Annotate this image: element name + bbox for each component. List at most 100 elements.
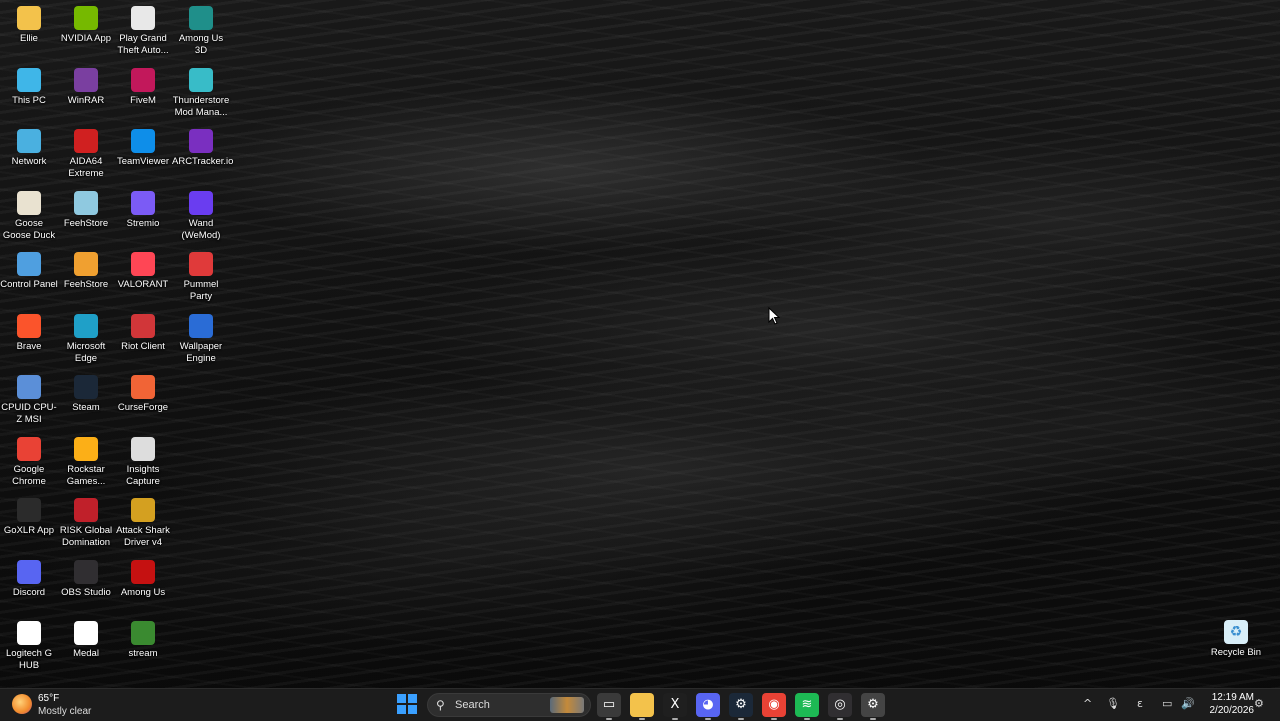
desktop-shortcut-label: stream [128,648,158,659]
show-hidden-icons-chevron-icon[interactable]: ^ [1083,697,1092,710]
desktop-shortcut[interactable]: CurseForge [114,369,172,414]
desktop-shortcut[interactable]: Wand (WeMod) [172,185,230,242]
teamviewer-icon [131,129,155,153]
taskbar-app-obs[interactable]: ◎ [828,693,852,720]
desktop-shortcut[interactable]: NVIDIA App [57,0,115,45]
desktop-shortcut-label: Goose Goose Duck [2,217,56,241]
obs-icon: ◎ [834,697,846,712]
folder-icon [17,6,41,30]
desktop-shortcut[interactable]: Wallpaper Engine [172,308,230,365]
taskbar-app-excel[interactable]: X [663,693,687,720]
desktop-shortcut-label: FeehStore [63,217,109,229]
start-button[interactable] [397,694,417,714]
taskbar-app-steam[interactable]: ⚙ [729,693,753,720]
aida64-icon [74,129,98,153]
desktop-shortcut[interactable]: Thunderstore Mod Mana... [172,62,230,119]
desktop-shortcut-label: Among Us [120,586,166,598]
desktop-shortcut[interactable]: OBS Studio [57,554,115,599]
discord-icon: ◕ [702,697,714,712]
desktop-shortcut[interactable]: Ellie [0,0,58,45]
recycle-bin-label: Recycle Bin [1210,647,1262,658]
taskbar-app-file-explorer[interactable] [630,693,654,720]
desktop-shortcut[interactable]: Attack Shark Driver v4 [114,492,172,549]
notification-settings-icon[interactable]: ⚙ [1254,697,1264,710]
desktop-shortcut[interactable]: GoXLR App [0,492,58,537]
desktop-shortcut-label: Microsoft Edge [66,340,106,364]
desktop-shortcut[interactable]: Medal [57,615,115,660]
wallpaper-engine-icon [189,313,213,338]
desktop-shortcut[interactable]: FeehStore [57,185,115,230]
desktop-shortcut-label: Rockstar Games... [66,463,106,487]
desktop-shortcut[interactable]: TeamViewer [114,123,172,168]
desktop-shortcut[interactable]: FiveM [114,62,172,107]
taskbar-app-task-view[interactable]: ▭ [597,693,621,720]
recycle-bin-shortcut[interactable]: ♻ Recycle Bin [1206,614,1266,659]
desktop-shortcut-label: CurseForge [117,402,169,413]
desktop-shortcut[interactable]: WinRAR [57,62,115,107]
desktop-shortcut[interactable]: CPUID CPU-Z MSI [0,369,58,426]
nvidia-icon [74,6,98,30]
desktop-shortcut-label: OBS Studio [61,586,111,598]
taskbar: 65°F Mostly clear ⚲ Search ▭ X ◕ ⚙ ◉ ≋ ◎ ⚙ ^ 🎙 … [0,688,1280,721]
chrome-icon [17,436,41,461]
discord-icon [17,559,41,584]
desktop-shortcut-label: Logitech G HUB [6,648,52,671]
desktop-shortcut-label: Among Us 3D [178,33,224,56]
insights-icon [131,436,155,461]
desktop-shortcut-label: Stremio [126,217,160,229]
taskbar-search-box[interactable]: ⚲ Search [427,693,591,717]
desktop-shortcut[interactable]: stream [114,615,172,660]
desktop-shortcut[interactable]: Network [0,123,58,168]
desktop-shortcut[interactable]: VALORANT [114,246,172,291]
system-clock[interactable]: 12:19 AM 2/20/2026 [1200,691,1255,717]
brave-icon [17,313,41,338]
desktop-shortcut-label: VALORANT [117,279,169,290]
desktop-shortcut[interactable]: Among Us [114,554,172,599]
desktop-shortcut[interactable]: Stremio [114,185,172,230]
desktop-shortcut[interactable]: Rockstar Games... [57,431,115,488]
edge-icon [74,313,98,338]
desktop-shortcut[interactable]: Brave [0,308,58,353]
volume-icon[interactable]: 🔊 [1181,697,1195,710]
among-us-3d-icon [189,6,213,30]
desktop-shortcut[interactable]: AIDA64 Extreme [57,123,115,180]
taskbar-app-settings[interactable]: ⚙ [861,693,885,720]
taskbar-app-spotify[interactable]: ≋ [795,693,819,720]
desktop-shortcut[interactable]: Steam [57,369,115,414]
desktop-shortcut[interactable]: RISK Global Domination [57,492,115,549]
excel-icon: X [670,697,680,712]
desktop-shortcut[interactable]: Microsoft Edge [57,308,115,365]
shield-icon [74,252,98,276]
desktop-shortcut[interactable]: Discord [0,554,58,599]
weather-widget[interactable]: 65°F Mostly clear [12,691,132,719]
desktop-shortcut[interactable]: Riot Client [114,308,172,353]
desktop-shortcut[interactable]: Among Us 3D [172,0,230,57]
among-us-icon [131,559,155,584]
desktop-shortcut[interactable]: Play Grand Theft Auto... [114,0,172,57]
desktop-shortcut[interactable]: Pummel Party [172,246,230,303]
desktop-shortcut[interactable]: Goose Goose Duck [0,185,58,242]
desktop-shortcut-label: Pummel Party [183,279,219,302]
rockstar-icon [74,436,98,461]
desktop-shortcut[interactable]: ARCTracker.io [172,123,233,168]
taskbar-app-chrome[interactable]: ◉ [762,693,786,720]
desktop-shortcut[interactable]: This PC [0,62,58,107]
fivem-icon [131,67,155,92]
desktop-shortcut[interactable]: Control Panel [0,246,58,291]
risk-icon [74,498,98,522]
thunderstore-icon [189,67,213,92]
desktop-shortcut-label: CPUID CPU-Z MSI [1,402,57,425]
desktop-shortcut[interactable]: Logitech G HUB [0,615,58,672]
taskbar-app-discord[interactable]: ◕ [696,693,720,720]
input-method-indicator[interactable]: ε [1137,697,1143,710]
desktop-shortcut[interactable]: FeehStore [57,246,115,291]
network-icon[interactable]: ▭ [1162,697,1172,710]
desktop-shortcut[interactable]: Google Chrome [0,431,58,488]
desktop-shortcut[interactable]: Insights Capture [114,431,172,488]
curseforge-icon [131,375,155,399]
desktop-shortcut-label: Wallpaper Engine [179,340,223,364]
gta-icon [131,6,155,30]
stream-icon [131,621,155,645]
valorant-icon [131,252,155,276]
microphone-icon[interactable]: 🎙 [1106,697,1120,710]
